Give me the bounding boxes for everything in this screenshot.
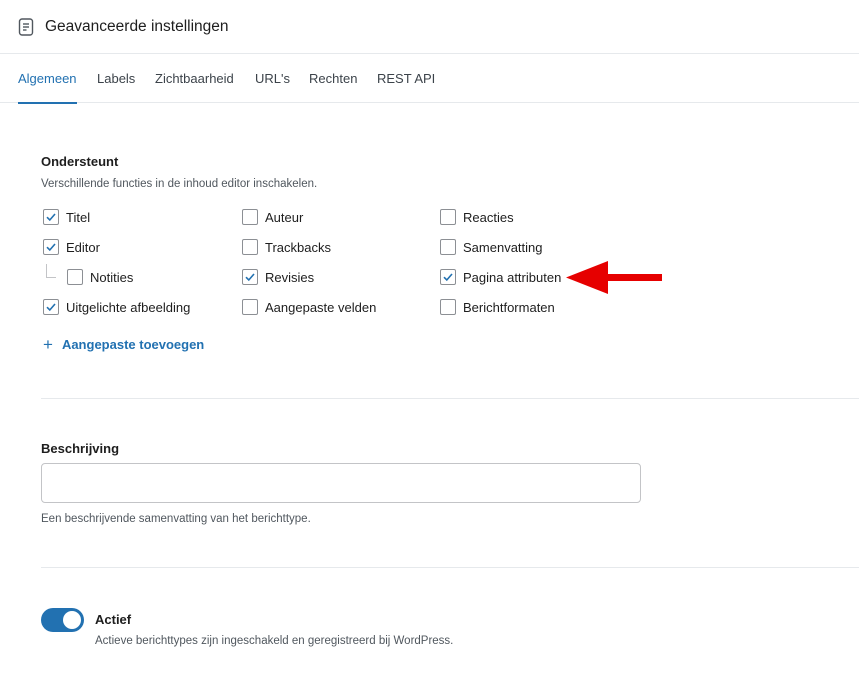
tab-algemeen[interactable]: Algemeen xyxy=(18,54,77,104)
active-toggle[interactable] xyxy=(41,608,84,632)
support-option-pagina-attributen[interactable]: Pagina attributen xyxy=(440,267,561,287)
settings-tabs: Algemeen Labels Zichtbaarheid URL's Rech… xyxy=(0,54,859,104)
panel-title: Geavanceerde instellingen xyxy=(45,17,229,35)
add-custom-label: Aangepaste toevoegen xyxy=(61,337,205,352)
checkbox[interactable] xyxy=(242,299,258,315)
checkbox[interactable] xyxy=(242,209,258,225)
checkbox[interactable] xyxy=(440,209,456,225)
support-option-notities[interactable]: Notities xyxy=(67,267,133,287)
document-icon xyxy=(18,17,34,36)
description-help: Een beschrijvende samenvatting van het b… xyxy=(41,513,311,525)
support-option-auteur[interactable]: Auteur xyxy=(242,207,303,227)
support-option-label: Aangepaste velden xyxy=(265,299,377,315)
support-option-uitgelichte-afbeelding[interactable]: Uitgelichte afbeelding xyxy=(43,297,190,317)
support-option-revisies[interactable]: Revisies xyxy=(242,267,314,287)
supports-description: Verschillende functies in de inhoud edit… xyxy=(41,178,318,190)
support-option-aangepaste-velden[interactable]: Aangepaste velden xyxy=(242,297,376,317)
support-option-label: Notities xyxy=(90,269,134,285)
checkbox[interactable] xyxy=(440,299,456,315)
support-option-trackbacks[interactable]: Trackbacks xyxy=(242,237,331,257)
tab-labels[interactable]: Labels xyxy=(97,54,135,103)
toggle-knob xyxy=(63,611,81,629)
support-option-berichtformaten[interactable]: Berichtformaten xyxy=(440,297,555,317)
tab-rechten[interactable]: Rechten xyxy=(309,54,357,103)
support-option-label: Titel xyxy=(66,209,91,225)
support-option-label: Pagina attributen xyxy=(463,269,562,285)
section-divider xyxy=(41,567,859,568)
tab-rest-api[interactable]: REST API xyxy=(377,54,435,103)
checkmark-icon xyxy=(443,273,453,282)
support-option-label: Trackbacks xyxy=(265,239,331,255)
support-option-label: Samenvatting xyxy=(463,239,543,255)
support-option-editor[interactable]: Editor xyxy=(43,237,100,257)
support-option-label: Uitgelichte afbeelding xyxy=(66,299,191,315)
panel-header[interactable]: Geavanceerde instellingen xyxy=(0,0,859,54)
checkmark-icon xyxy=(46,213,56,222)
checkbox[interactable] xyxy=(43,299,59,315)
checkbox[interactable] xyxy=(67,269,83,285)
support-option-samenvatting[interactable]: Samenvatting xyxy=(440,237,543,257)
checkbox[interactable] xyxy=(43,209,59,225)
checkmark-icon xyxy=(245,273,255,282)
active-toggle-help: Actieve berichttypes zijn ingeschakeld e… xyxy=(95,635,454,647)
checkbox[interactable] xyxy=(440,269,456,285)
support-option-label: Auteur xyxy=(265,209,304,225)
checkbox[interactable] xyxy=(440,239,456,255)
add-custom-support-button[interactable]: + Aangepaste toevoegen xyxy=(43,336,204,353)
support-option-label: Revisies xyxy=(265,269,315,285)
support-option-label: Reacties xyxy=(463,209,514,225)
checkbox[interactable] xyxy=(242,269,258,285)
indent-connector xyxy=(46,264,56,278)
description-title: Beschrijving xyxy=(41,441,120,456)
checkmark-icon xyxy=(46,243,56,252)
tab-zichtbaarheid[interactable]: Zichtbaarheid xyxy=(155,54,234,103)
active-toggle-title: Actief xyxy=(95,612,132,627)
supports-title: Ondersteunt xyxy=(41,154,119,169)
description-input[interactable] xyxy=(41,463,641,503)
checkmark-icon xyxy=(46,303,56,312)
support-option-label: Editor xyxy=(66,239,100,255)
support-option-reacties[interactable]: Reacties xyxy=(440,207,514,227)
support-option-label: Berichtformaten xyxy=(463,299,555,315)
plus-icon: + xyxy=(43,335,53,354)
annotation-arrow-icon xyxy=(566,261,662,294)
support-option-titel[interactable]: Titel xyxy=(43,207,90,227)
section-divider xyxy=(41,398,859,399)
tab-urls[interactable]: URL's xyxy=(255,54,290,103)
checkbox[interactable] xyxy=(242,239,258,255)
checkbox[interactable] xyxy=(43,239,59,255)
